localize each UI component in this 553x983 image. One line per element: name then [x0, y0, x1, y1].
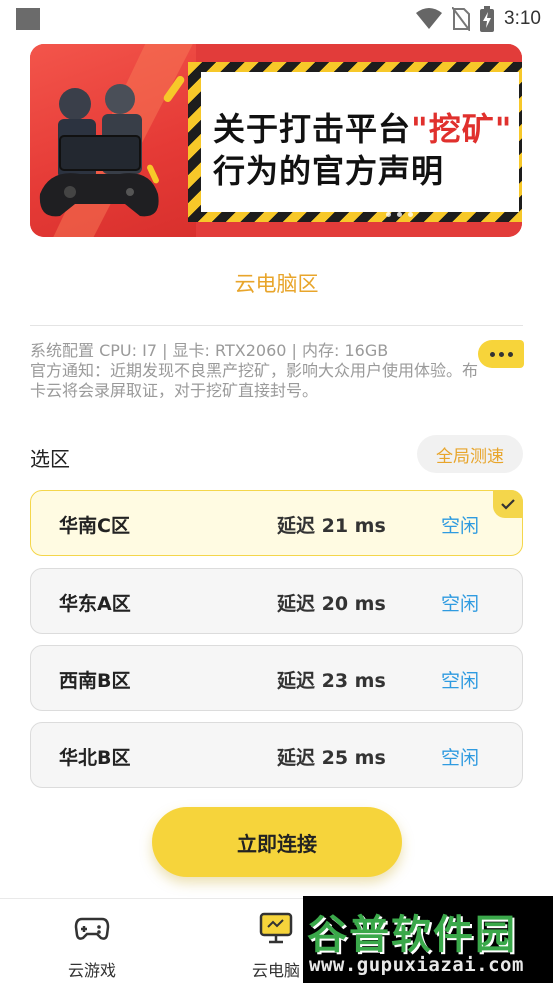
tab-cloud-game[interactable]: 云游戏 — [23, 899, 161, 983]
banner-headline-line1: 关于打击平台"挖矿" — [213, 110, 513, 148]
region-item[interactable]: 华东A区 延迟 20 ms 空闲 — [30, 568, 523, 634]
clock: 3:10 — [504, 8, 541, 29]
gamepad-icon — [74, 917, 110, 940]
more-dots-icon — [489, 351, 495, 357]
global-speedtest-button[interactable]: 全局测速 — [417, 435, 523, 473]
region-name: 华东A区 — [59, 593, 131, 615]
tab-label: 云游戏 — [67, 961, 116, 980]
region-status: 空闲 — [441, 747, 480, 769]
region-status: 空闲 — [441, 515, 480, 537]
announcement-banner[interactable]: 关于打击平台"挖矿" 行为的官方声明 — [30, 44, 522, 237]
watermark-title: 谷普软件园 — [307, 912, 517, 958]
region-status: 空闲 — [441, 670, 480, 692]
battery-charging-icon — [480, 6, 495, 32]
check-icon — [493, 490, 523, 518]
region-item[interactable]: 华北B区 延迟 25 ms 空闲 — [30, 722, 523, 788]
banner-notice: 关于打击平台"挖矿" 行为的官方声明 — [201, 72, 519, 212]
region-status: 空闲 — [441, 593, 480, 615]
region-name: 华北B区 — [59, 747, 131, 769]
official-notice-text: 官方通知：近期发现不良黑产挖矿，影响大众用户使用体验。布卡云将会录屏取证，对于挖… — [30, 361, 479, 400]
no-sim-icon — [452, 7, 471, 31]
section-title: 云电脑区 — [234, 272, 319, 296]
system-config-text: 系统配置 CPU: I7 | 显卡: RTX2060 | 内存: 16GB — [30, 341, 389, 360]
region-item[interactable]: 华南C区 延迟 21 ms 空闲 — [30, 490, 523, 556]
watermark: 谷普软件园 www.gupuxiazai.com — [303, 896, 553, 983]
region-latency: 延迟 20 ms — [277, 593, 386, 615]
region-select-label: 选区 — [30, 447, 70, 471]
connect-button[interactable]: 立即连接 — [152, 807, 402, 877]
banner-pagination — [386, 212, 413, 217]
banner-headline-line2: 行为的官方声明 — [213, 152, 445, 190]
wifi-icon — [416, 8, 443, 29]
region-name: 西南B区 — [59, 670, 131, 692]
divider — [30, 325, 523, 326]
monitor-icon — [259, 912, 293, 944]
region-latency: 延迟 23 ms — [277, 670, 386, 692]
status-bar: 3:10 — [0, 0, 553, 38]
more-button[interactable] — [478, 340, 524, 368]
system-info: 系统配置 CPU: I7 | 显卡: RTX2060 | 内存: 16GB 官方… — [30, 341, 480, 401]
banner-art — [30, 44, 198, 237]
watermark-url: www.gupuxiazai.com — [309, 954, 524, 976]
notification-icon — [16, 8, 40, 30]
region-name: 华南C区 — [59, 515, 130, 537]
region-item[interactable]: 西南B区 延迟 23 ms 空闲 — [30, 645, 523, 711]
region-latency: 延迟 25 ms — [277, 747, 386, 769]
region-latency: 延迟 21 ms — [277, 515, 386, 537]
